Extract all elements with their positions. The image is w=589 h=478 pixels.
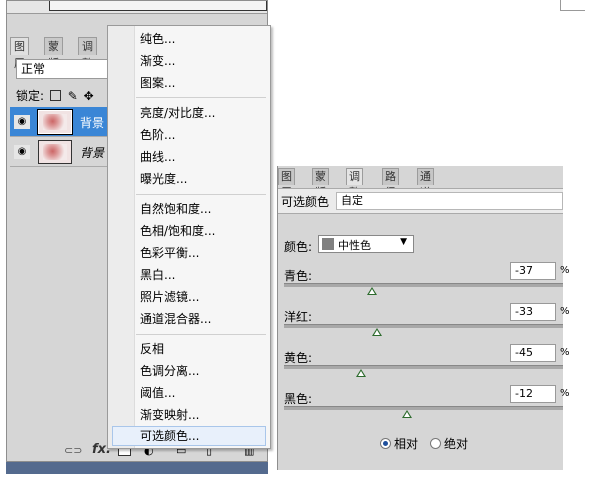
menu-separator bbox=[136, 334, 266, 335]
relative-label: 相对 bbox=[394, 437, 419, 451]
visibility-eye-icon[interactable]: ◉ bbox=[14, 145, 30, 159]
black-label: 黑色: bbox=[284, 392, 313, 406]
adjustment-layer-menu: 纯色... 渐变... 图案... 亮度/对比度... 色阶... 曲线... … bbox=[107, 25, 271, 449]
menu-item-solid-color[interactable]: 纯色... bbox=[140, 29, 175, 49]
panel-top-frame bbox=[49, 1, 267, 11]
black-slider-knob[interactable] bbox=[401, 410, 412, 418]
tab-masks[interactable]: 蒙版 bbox=[44, 37, 63, 70]
adjustments-panel: 图层 蒙版 调整 路径 通道 可选颜色 自定 颜色: 中性色 ▼ 青色: -37… bbox=[277, 166, 570, 470]
relative-radio[interactable]: 相对 bbox=[380, 435, 418, 452]
lock-move-icon[interactable]: ✥ bbox=[84, 89, 94, 103]
black-value-field[interactable]: -12 bbox=[510, 385, 556, 403]
lock-transparent-icon[interactable] bbox=[49, 90, 61, 101]
lock-row: 锁定: ✎ ✥ bbox=[16, 87, 94, 104]
window-corner bbox=[560, 0, 585, 11]
menu-item-gradient-map[interactable]: 渐变映射... bbox=[140, 405, 199, 425]
black-unit: % bbox=[560, 388, 570, 399]
menu-item-exposure[interactable]: 曝光度... bbox=[140, 169, 187, 189]
blend-mode-select[interactable]: 正常 bbox=[16, 59, 121, 79]
yellow-slider-knob[interactable] bbox=[355, 369, 366, 377]
lock-label: 锁定: bbox=[16, 89, 45, 103]
menu-item-color-balance[interactable]: 色彩平衡... bbox=[140, 243, 199, 263]
yellow-value-field[interactable]: -45 bbox=[510, 344, 556, 362]
menu-separator bbox=[136, 97, 266, 98]
color-label: 颜色: bbox=[284, 240, 313, 254]
absolute-radio[interactable]: 绝对 bbox=[430, 435, 468, 452]
lock-paint-icon[interactable]: ✎ bbox=[68, 89, 78, 103]
tab-adjustments[interactable]: 调整 bbox=[78, 37, 97, 70]
tab-layers[interactable]: 图层 bbox=[10, 37, 29, 70]
magenta-label: 洋红: bbox=[284, 310, 313, 324]
black-slider-track[interactable] bbox=[284, 406, 563, 410]
panel-title: 可选颜色 bbox=[281, 195, 330, 209]
radio-selected-icon bbox=[380, 438, 391, 449]
preset-select[interactable]: 自定 bbox=[336, 192, 563, 210]
menu-item-threshold[interactable]: 阈值... bbox=[140, 383, 175, 403]
menu-item-black-white[interactable]: 黑白... bbox=[140, 265, 175, 285]
menu-item-brightness-contrast[interactable]: 亮度/对比度... bbox=[140, 103, 216, 123]
menu-item-curves[interactable]: 曲线... bbox=[140, 147, 175, 167]
magenta-unit: % bbox=[560, 306, 570, 317]
magenta-value-field[interactable]: -33 bbox=[510, 303, 556, 321]
yellow-label: 黄色: bbox=[284, 351, 313, 365]
cyan-label: 青色: bbox=[284, 269, 313, 283]
menu-item-gradient[interactable]: 渐变... bbox=[140, 51, 175, 71]
yellow-unit: % bbox=[560, 347, 570, 358]
link-icon[interactable]: ⊂⊃ bbox=[64, 444, 82, 457]
magenta-slider-track[interactable] bbox=[284, 324, 563, 328]
menu-item-posterize[interactable]: 色调分离... bbox=[140, 361, 199, 381]
layer-thumbnail bbox=[37, 109, 73, 135]
layer-thumbnail bbox=[38, 140, 72, 164]
color-select[interactable]: 中性色 ▼ bbox=[318, 235, 414, 253]
menu-item-invert[interactable]: 反相 bbox=[140, 339, 164, 359]
tab-adjustments[interactable]: 调整 bbox=[346, 168, 363, 199]
visibility-eye-icon[interactable]: ◉ bbox=[14, 115, 30, 129]
cyan-slider-track[interactable] bbox=[284, 283, 563, 287]
color-value: 中性色 bbox=[338, 239, 371, 252]
layer-name[interactable]: 背景 bbox=[80, 144, 104, 161]
cyan-unit: % bbox=[560, 265, 570, 276]
cyan-value-field[interactable]: -37 bbox=[510, 262, 556, 280]
menu-separator bbox=[136, 194, 266, 195]
adjust-header: 可选颜色 自定 bbox=[278, 188, 563, 214]
radio-empty-icon bbox=[430, 438, 441, 449]
color-swatch bbox=[322, 238, 334, 250]
yellow-slider-track[interactable] bbox=[284, 365, 563, 369]
chevron-down-icon: ▼ bbox=[400, 237, 407, 247]
menu-item-pattern[interactable]: 图案... bbox=[140, 73, 175, 93]
tab-channels[interactable]: 通道 bbox=[417, 168, 434, 199]
tab-layers[interactable]: 图层 bbox=[278, 168, 295, 199]
magenta-slider-knob[interactable] bbox=[372, 328, 383, 336]
tab-masks[interactable]: 蒙版 bbox=[312, 168, 329, 199]
menu-item-hue-saturation[interactable]: 色相/饱和度... bbox=[140, 221, 216, 241]
menu-icon-gutter bbox=[108, 26, 135, 448]
menu-item-levels[interactable]: 色阶... bbox=[140, 125, 175, 145]
menu-item-vibrance[interactable]: 自然饱和度... bbox=[140, 199, 211, 219]
absolute-label: 绝对 bbox=[444, 437, 469, 451]
menu-item-selective-color[interactable]: 可选颜色... bbox=[140, 426, 199, 446]
menu-item-channel-mixer[interactable]: 通道混合器... bbox=[140, 309, 211, 329]
menu-item-photo-filter[interactable]: 照片滤镜... bbox=[140, 287, 199, 307]
tab-paths[interactable]: 路径 bbox=[382, 168, 399, 199]
cyan-slider-knob[interactable] bbox=[366, 287, 377, 295]
status-bar bbox=[6, 462, 268, 474]
